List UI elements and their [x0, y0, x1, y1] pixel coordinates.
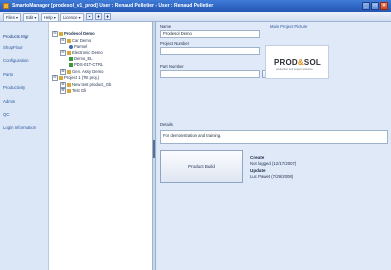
create-heading: Create [250, 155, 265, 160]
project-tree: ⊟ Prodesol Demo ⊟ Car Demo Parmel ⊟ Electro… [49, 22, 153, 270]
folder-icon [67, 70, 71, 74]
folder-icon [59, 76, 63, 80]
part-icon [69, 56, 73, 61]
tree-node[interactable]: PDS-01T-CTRL [69, 62, 103, 67]
details-label: Details [160, 122, 173, 127]
app-icon [3, 3, 9, 9]
nav-item-productivity[interactable]: Productivity [3, 85, 25, 90]
toolbar-tool-icon[interactable]: ♦ [95, 13, 102, 20]
close-button[interactable]: × [380, 2, 388, 10]
nav-item-parts[interactable]: Parts [3, 72, 13, 77]
tree-node[interactable]: ⊟ Prodesol Demo [52, 31, 95, 37]
folder-icon [67, 51, 71, 55]
tree-node[interactable]: Demo_EL [69, 56, 93, 61]
part-number-field[interactable] [160, 70, 260, 78]
menu-files[interactable]: Files ▾ [3, 13, 22, 22]
project-number-label: Project Number [160, 41, 190, 46]
nav-item-products-mgr[interactable]: Products Mgr [3, 34, 29, 39]
part-icon [69, 62, 73, 67]
folder-icon [59, 32, 63, 36]
folder-icon [67, 89, 71, 93]
collapse-icon[interactable]: ⊟ [52, 31, 58, 37]
tree-node[interactable]: Parmel [69, 44, 87, 49]
main-project-picture-label: Main Project Picture [270, 24, 308, 29]
collapse-icon[interactable]: ⊟ [52, 75, 58, 81]
project-number-field[interactable] [160, 47, 260, 55]
prodesol-logo: PROD&SOL [274, 58, 321, 67]
splitter-grip-icon[interactable] [153, 140, 155, 158]
main-project-picture[interactable]: PROD&SOL production and project solution… [265, 45, 329, 79]
maximize-button[interactable]: □ [371, 2, 379, 10]
menu-bar: Files ▾ Edit ▾ Help ▾ Licence ▾ ▪ ♦ ♦ [0, 12, 391, 22]
nav-item-configuration[interactable]: Configuration [3, 58, 29, 63]
collapse-icon[interactable]: ⊟ [60, 50, 66, 56]
details-textarea[interactable]: For demonstration and training. [160, 130, 388, 144]
create-value: Not logged (12/17/2007) [250, 161, 297, 166]
folder-icon [67, 39, 71, 43]
part-icon [69, 44, 73, 49]
nav-item-login-information[interactable]: Login Information [3, 125, 36, 130]
nav-item-qc[interactable]: QC [3, 112, 9, 117]
update-heading: Update [250, 168, 266, 173]
name-label: Name [160, 24, 172, 29]
menu-help[interactable]: Help ▾ [41, 13, 59, 22]
tree-node[interactable]: ⊞ Test Gli [60, 88, 86, 94]
toolbar-save-icon[interactable]: ▪ [86, 13, 93, 20]
menu-licence[interactable]: Licence ▾ [60, 13, 84, 22]
window-title: SmartoManager [prodesol_v1_prod] User : … [12, 3, 214, 9]
title-bar[interactable]: SmartoManager [prodesol_v1_prod] User : … [0, 0, 391, 12]
name-field[interactable]: Prodesol Demo [160, 30, 260, 38]
nav-item-shopfloor[interactable]: ShopFloor [3, 45, 23, 50]
toolbar-tool-icon[interactable]: ♦ [104, 13, 111, 20]
part-number-label: Part Number [160, 64, 184, 69]
left-navigation: Products Mgr ShopFloor Configuration Par… [0, 22, 49, 270]
expand-icon[interactable]: ⊞ [60, 88, 66, 94]
menu-edit[interactable]: Edit ▾ [23, 13, 40, 22]
minimize-button[interactable]: _ [362, 2, 370, 10]
folder-icon [67, 83, 71, 87]
panel-splitter[interactable] [152, 22, 156, 270]
product-build-button[interactable]: Product Build [160, 150, 243, 183]
logo-subtitle: production and project solutions [276, 68, 313, 71]
collapse-icon[interactable]: ⊟ [60, 38, 66, 44]
tree-node[interactable]: ⊟ Project 1 (Tst proj.) [52, 75, 99, 81]
application-window: SmartoManager [prodesol_v1_prod] User : … [0, 0, 391, 270]
nav-item-admin[interactable]: Admin [3, 99, 15, 104]
update-value: Luc Pawet (7/29/2008) [250, 174, 294, 179]
window-controls: _ □ × [362, 2, 388, 10]
